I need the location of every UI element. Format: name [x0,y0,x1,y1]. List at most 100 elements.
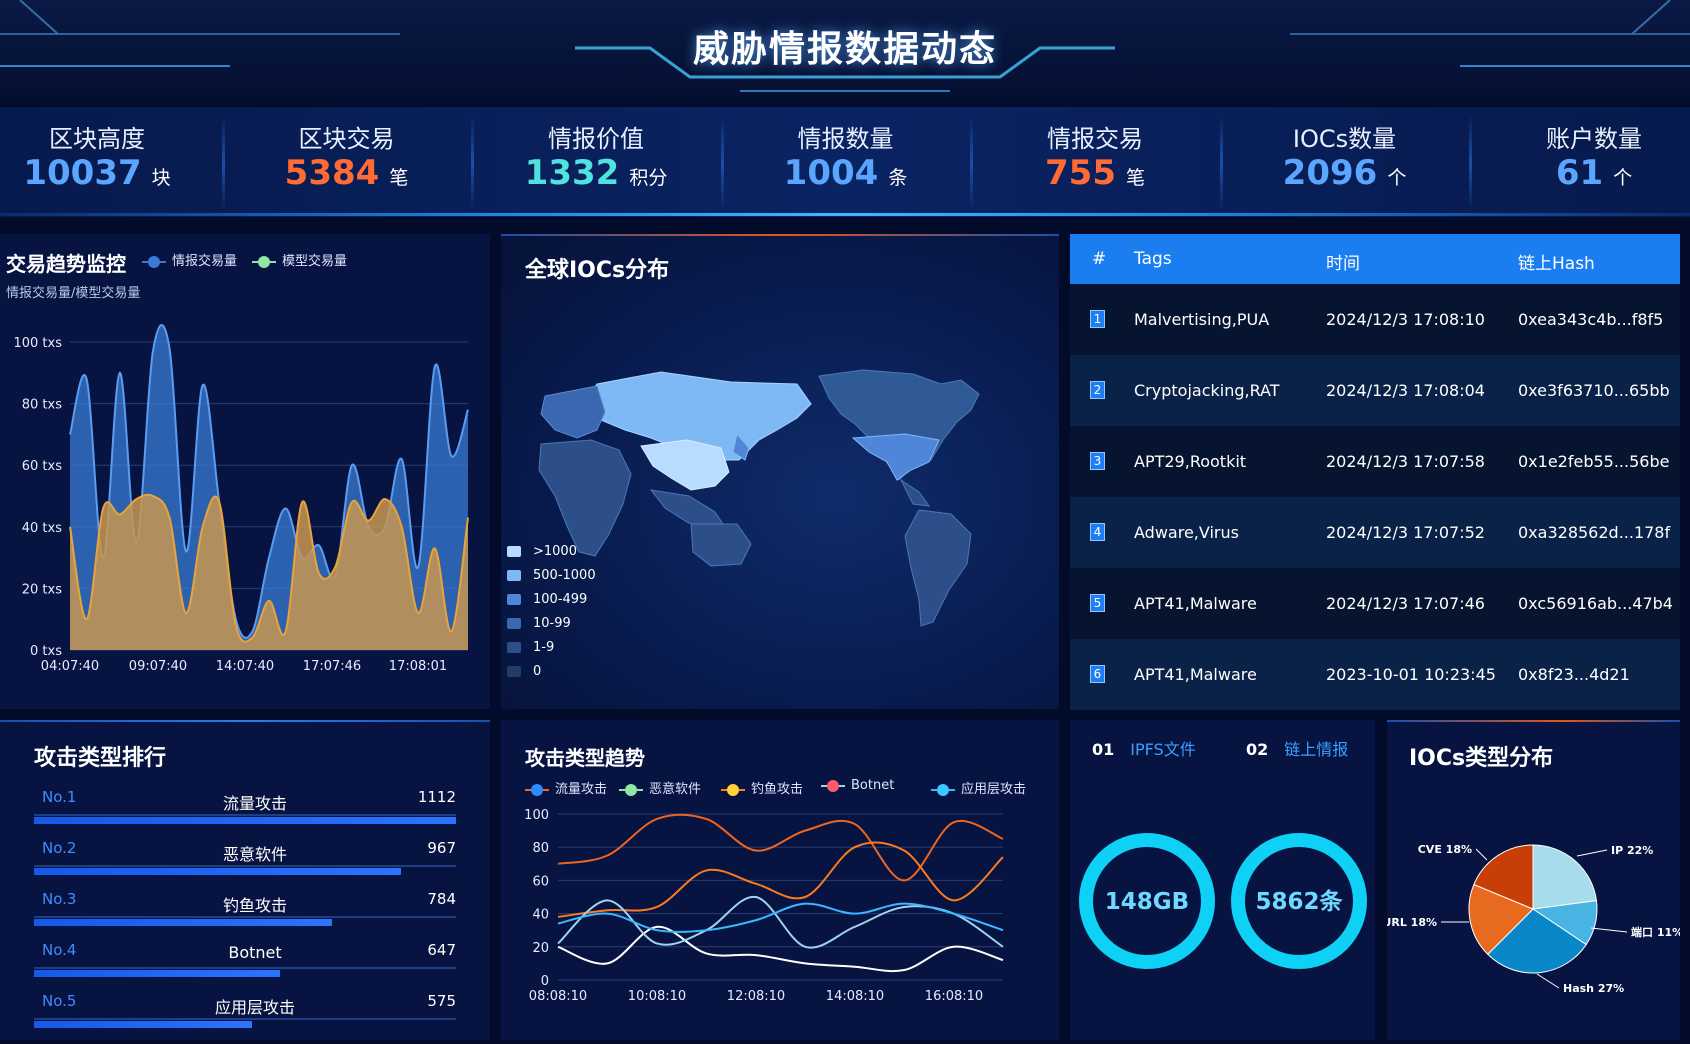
stats-divider [0,213,1690,216]
attack-legend-item[interactable]: 恶意软件 [619,778,701,797]
continent-oceania[interactable] [690,523,752,567]
map-legend-swatch [507,642,521,653]
stat-label: 情报交易 [1047,125,1143,153]
attack-y-tick: 80 [532,841,549,856]
stat-value: 61 [1555,153,1604,193]
ranking-item[interactable]: No.5 应用层攻击 575 [0,992,456,1032]
stat-5: IOCs数量 2096 个 [1225,107,1465,217]
trend-x-tick: 14:07:40 [216,659,274,674]
stat-value-row: 61 个 [1474,153,1690,193]
attack-legend-item[interactable]: Botnet [821,778,894,793]
stat-separator [1219,115,1223,211]
table-row[interactable]: 2 Cryptojacking,RAT 2024/12/3 17:08:04 0xe3… [1070,355,1680,426]
row-index-badge: 2 [1090,381,1105,399]
trend-y-tick: 40 txs [22,521,62,536]
pie-label: IP 22% [1611,844,1653,857]
stat-value-row: 1332 积分 [476,153,716,193]
table-row[interactable]: 3 APT29,Rootkit 2024/12/3 17:07:58 0x1e2feb… [1070,426,1680,497]
attack-legend-label: 钓鱼攻击 [751,782,804,797]
ranking-value: 967 [427,839,456,857]
header-bar: 威胁情报数据动态 [0,0,1690,105]
stat-value: 5384 [284,153,380,193]
row-hash[interactable]: 0x1e2feb55...56be [1518,452,1669,471]
col-hash-header[interactable]: 链上Hash [1518,249,1595,274]
map-legend-item[interactable]: 500-1000 [507,568,596,583]
row-hash[interactable]: 0xa328562d...178f [1518,523,1670,542]
stat-4: 情报交易 755 笔 [975,107,1215,217]
ranking-no: No.1 [42,788,77,806]
table-row[interactable]: 6 APT41,Malware 2023-10-01 10:23:45 0x8f23.… [1070,639,1680,710]
table-row[interactable]: 5 APT41,Malware 2024/12/3 17:07:46 0xc56916… [1070,568,1680,639]
continent-north-america[interactable] [818,369,980,507]
attack-legend-dot [827,779,839,792]
col-index-header[interactable]: # [1092,249,1106,269]
col-tags-header[interactable]: Tags [1134,249,1172,269]
ranking-item[interactable]: No.2 恶意软件 967 [0,839,456,879]
row-hash[interactable]: 0xe3f63710...65bb [1518,381,1670,400]
attack-legend-dot [727,783,739,796]
ioc-type-pie: IP 22% 端口 11% Hash 27% URL 18% CVE 18% [1387,843,1680,995]
ranking-no: No.2 [42,839,77,857]
map-legend-item[interactable]: 0 [507,664,541,679]
ranking-track [34,865,456,867]
ranking-bar [34,817,456,824]
row-time: 2024/12/3 17:07:46 [1326,594,1485,613]
stat-value: 755 [1045,153,1116,193]
map-legend-item[interactable]: 100-499 [507,592,587,607]
ranking-bar [34,1021,252,1028]
stat-unit: 个 [1613,167,1633,189]
row-tags: APT29,Rootkit [1134,452,1247,471]
attack-legend-item[interactable]: 钓鱼攻击 [721,778,803,797]
continent-africa[interactable] [538,439,632,557]
map-legend-item[interactable]: >1000 [507,544,577,559]
ranking-track [34,967,456,969]
row-time: 2024/12/3 17:07:58 [1326,452,1485,471]
row-index-badge: 3 [1090,452,1105,470]
map-panel: 全球IOCs分布 >1000 500-1000 100-499 10-99 1-9 0 [501,234,1059,709]
pie-leader-line [1576,849,1608,857]
ranking-item[interactable]: No.1 流量攻击 1112 [0,788,456,828]
table-row[interactable]: 1 Malvertising,PUA 2024/12/3 17:08:10 0xea3… [1070,284,1680,355]
ranking-item[interactable]: No.4 Botnet 647 [0,941,456,981]
ranking-track [34,1018,456,1020]
pie-slice[interactable] [1532,844,1598,910]
trend-x-tick: 04:07:40 [41,659,99,674]
map-legend-label: 500-1000 [533,568,596,583]
stat-unit: 积分 [629,167,668,189]
attack-y-tick: 100 [524,808,549,823]
trend-y-tick: 80 txs [22,398,62,413]
stat-value-row: 1004 条 [726,153,966,193]
stat-unit: 笔 [389,167,409,189]
attack-y-tick: 20 [532,941,549,956]
stat-label: IOCs数量 [1292,125,1397,153]
continent-south-america[interactable] [904,509,972,627]
row-hash[interactable]: 0xea343c4b...f8f5 [1518,310,1663,329]
attack-line-1 [557,925,1004,973]
map-legend-swatch [507,546,521,557]
stat-unit: 块 [151,167,171,189]
map-legend-item[interactable]: 10-99 [507,616,571,631]
ranking-bar [34,919,332,926]
col-time-header[interactable]: 时间 [1326,249,1360,274]
stat-value-row: 5384 笔 [227,153,467,193]
attack-x-tick: 16:08:10 [925,989,983,1004]
row-hash[interactable]: 0x8f23...4d21 [1518,665,1630,684]
stat-separator [471,115,474,211]
ranking-track [34,814,456,816]
attack-legend-item[interactable]: 应用层攻击 [931,778,1026,797]
attack-legend-item[interactable]: 流量攻击 [525,778,607,797]
row-hash[interactable]: 0xc56916ab...47b4 [1518,594,1673,613]
row-tags: APT41,Malware [1134,594,1257,613]
attack-x-tick: 12:08:10 [727,989,785,1004]
continent-europe[interactable] [540,385,606,439]
trend-x-tick: 17:08:01 [389,659,447,674]
stat-1: 区块交易 5384 笔 [227,107,467,217]
ranking-bar [34,868,401,875]
table-row[interactable]: 4 Adware,Virus 2024/12/3 17:07:52 0xa328562… [1070,497,1680,568]
ranking-item[interactable]: No.3 钓鱼攻击 784 [0,890,456,930]
stat-label: 账户数量 [1546,125,1642,153]
stat-0: 区块高度 10037 块 [0,107,217,217]
map-legend-item[interactable]: 1-9 [507,640,554,655]
stat-value: 2096 [1282,153,1378,193]
row-time: 2024/12/3 17:07:52 [1326,523,1485,542]
